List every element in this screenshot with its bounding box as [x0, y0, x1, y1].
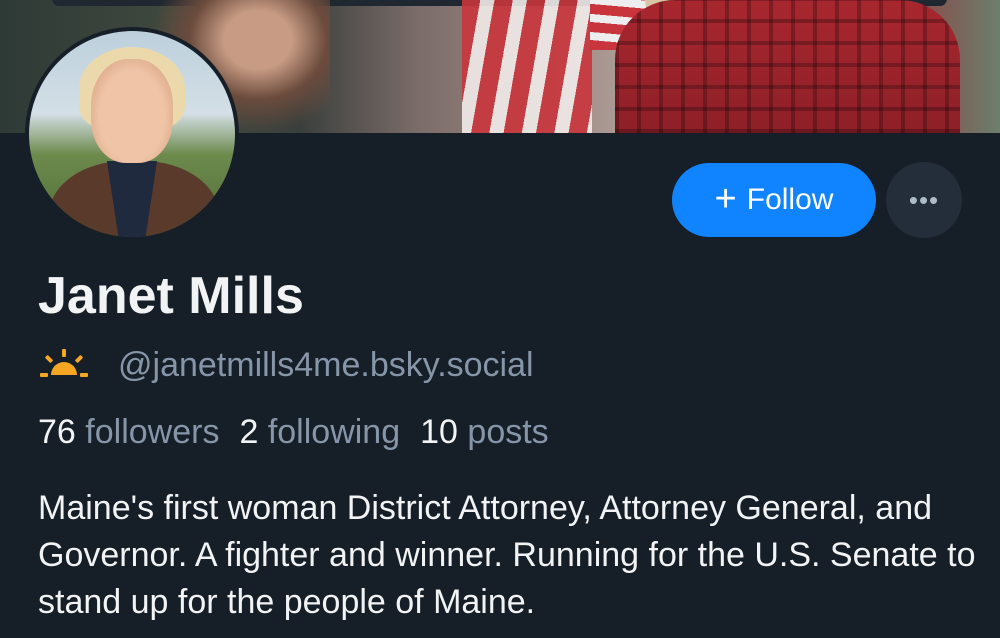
banner-person-right-shirt	[615, 0, 960, 133]
more-options-icon: •••	[908, 184, 940, 215]
posts-label: posts	[467, 413, 549, 451]
handle-row: @janetmills4me.bsky.social	[38, 343, 534, 387]
followers-count: 76	[38, 413, 76, 451]
following-label: following	[267, 413, 401, 451]
avatar[interactable]	[25, 27, 239, 241]
follow-button-label: Follow	[746, 183, 834, 216]
posts-count: 10	[420, 413, 458, 451]
banner-flag	[462, 0, 592, 133]
avatar-face	[91, 59, 173, 163]
posts-stat: 10 posts	[420, 413, 549, 451]
profile-stats: 76 followers 2 following 10 posts	[38, 413, 549, 452]
following-count: 2	[239, 413, 259, 451]
follow-button[interactable]: + Follow	[672, 163, 876, 237]
plus-icon: +	[714, 177, 737, 220]
followers-stat[interactable]: 76 followers	[38, 413, 219, 451]
profile-handle[interactable]: @janetmills4me.bsky.social	[118, 346, 534, 385]
sun-icon	[40, 349, 88, 377]
followers-label: followers	[85, 413, 220, 451]
following-stat[interactable]: 2 following	[239, 413, 400, 451]
display-name: Janet Mills	[38, 267, 304, 325]
more-options-button[interactable]: •••	[886, 162, 962, 238]
profile-bio: Maine's first woman District Attorney, A…	[38, 489, 976, 621]
